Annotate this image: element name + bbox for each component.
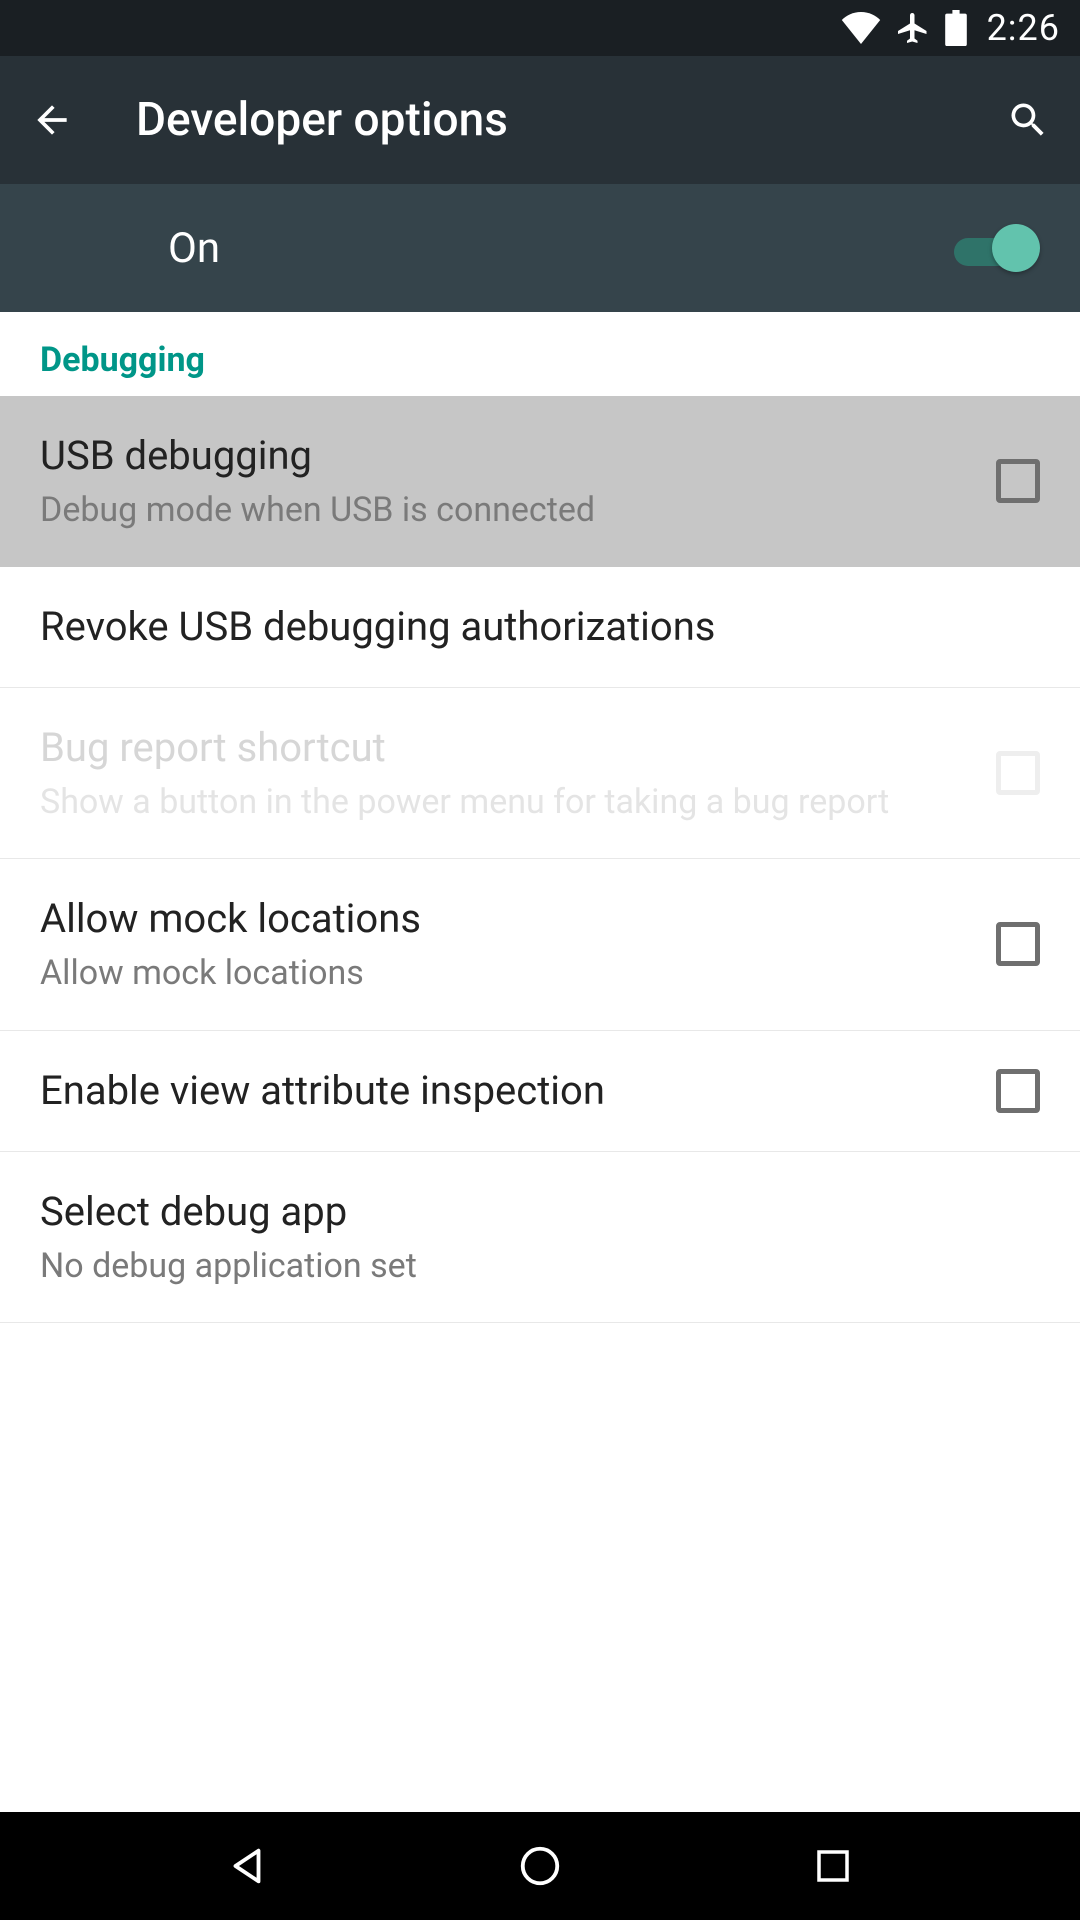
master-toggle-label: On xyxy=(168,224,954,273)
search-icon xyxy=(1006,98,1050,142)
airplane-icon xyxy=(895,10,931,46)
back-button[interactable] xyxy=(28,96,76,144)
app-bar: Developer options xyxy=(0,56,1080,184)
circle-home-icon xyxy=(517,1843,563,1889)
wifi-icon xyxy=(841,12,881,44)
battery-icon xyxy=(945,10,967,46)
item-subtitle: Show a button in the power menu for taki… xyxy=(40,780,976,824)
item-usb-debugging[interactable]: USB debugging Debug mode when USB is con… xyxy=(0,396,1080,567)
square-recent-icon xyxy=(812,1845,854,1887)
navigation-bar xyxy=(0,1812,1080,1920)
item-title: Select debug app xyxy=(40,1186,1020,1238)
status-time: 2:26 xyxy=(987,7,1060,49)
item-title: Allow mock locations xyxy=(40,893,976,945)
status-bar: 2:26 xyxy=(0,0,1080,56)
section-header-debugging: Debugging xyxy=(0,312,1080,396)
item-allow-mock-locations[interactable]: Allow mock locations Allow mock location… xyxy=(0,859,1080,1030)
item-title: Revoke USB debugging authorizations xyxy=(40,601,1020,653)
switch-thumb xyxy=(992,224,1040,272)
checkbox-bug-report xyxy=(996,751,1040,795)
item-title: USB debugging xyxy=(40,430,976,482)
item-view-attribute-inspection[interactable]: Enable view attribute inspection xyxy=(0,1031,1080,1152)
item-revoke-usb[interactable]: Revoke USB debugging authorizations xyxy=(0,567,1080,688)
checkbox-view-attr[interactable] xyxy=(996,1069,1040,1113)
checkbox-usb-debugging[interactable] xyxy=(996,459,1040,503)
nav-home-button[interactable] xyxy=(510,1836,570,1896)
item-subtitle: Debug mode when USB is connected xyxy=(40,488,976,532)
nav-back-button[interactable] xyxy=(217,1836,277,1896)
item-subtitle: Allow mock locations xyxy=(40,951,976,995)
page-title: Developer options xyxy=(136,93,1004,147)
item-subtitle: No debug application set xyxy=(40,1244,1020,1288)
item-select-debug-app[interactable]: Select debug app No debug application se… xyxy=(0,1152,1080,1323)
section-header-label: Debugging xyxy=(40,340,1040,380)
master-switch[interactable] xyxy=(954,224,1040,272)
nav-recent-button[interactable] xyxy=(803,1836,863,1896)
checkbox-mock-locations[interactable] xyxy=(996,922,1040,966)
triangle-back-icon xyxy=(224,1843,270,1889)
arrow-left-icon xyxy=(30,98,74,142)
item-bug-report-shortcut: Bug report shortcut Show a button in the… xyxy=(0,688,1080,859)
item-title: Bug report shortcut xyxy=(40,722,976,774)
search-button[interactable] xyxy=(1004,96,1052,144)
item-title: Enable view attribute inspection xyxy=(40,1065,976,1117)
master-toggle-row[interactable]: On xyxy=(0,184,1080,312)
